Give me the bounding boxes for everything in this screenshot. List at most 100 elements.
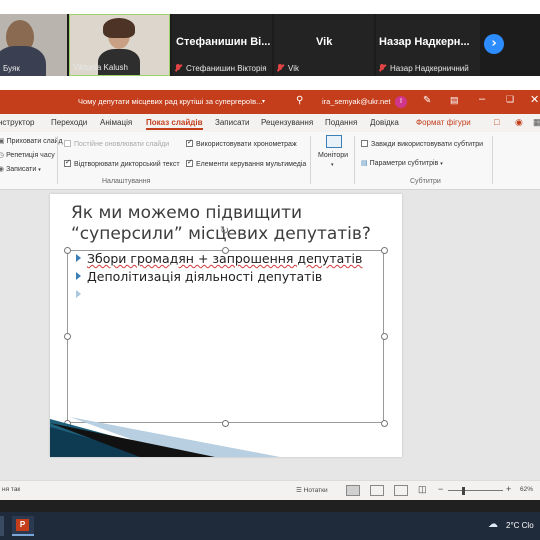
slide-sorter-icon[interactable] (370, 485, 384, 496)
resize-handle[interactable] (64, 333, 71, 340)
participant-tile-active[interactable]: Viktoriia Kalush (69, 14, 170, 76)
participant-tile[interactable]: Буяк (0, 14, 67, 76)
tab-help[interactable]: Довідка (370, 118, 399, 127)
record-button[interactable]: ◉ Записати ▾ (0, 165, 41, 173)
comments-icon[interactable]: □ (494, 117, 499, 127)
resize-handle[interactable] (381, 333, 388, 340)
subtitle-settings-button[interactable]: ▤ Параметри субтитрів ▾ (361, 159, 443, 167)
bullet-arrow-icon (76, 254, 81, 262)
participant-name: Стефанишин Вікторія (186, 64, 267, 73)
slideshow-view-icon[interactable]: ◫ (418, 484, 427, 495)
participant-tile[interactable]: Стефанишин Ві... Стефанишин Вікторія (172, 14, 272, 76)
notes-button[interactable]: ☰ Нотатки (296, 486, 328, 494)
restore-icon[interactable]: ❏ (506, 94, 514, 105)
taskbar: P ☁ 2°C Clo (0, 512, 540, 540)
participant-tile[interactable]: Назар Надкерн... Назар Надкерничний (376, 14, 480, 76)
weather-text[interactable]: 2°C Clo (506, 521, 534, 530)
powerpoint-taskbar-button[interactable]: P (12, 516, 34, 536)
muted-mic-icon (277, 64, 284, 72)
bullet-item[interactable]: Деполітизація діяльності депутатів (76, 269, 322, 284)
language-status: ня так (2, 486, 21, 493)
close-icon[interactable]: ✕ (530, 93, 539, 106)
user-email[interactable]: ira_semyak@ukr.net (322, 97, 390, 106)
tab-animations[interactable]: Анімація (100, 118, 132, 127)
zoom-slider-thumb[interactable] (462, 487, 465, 495)
tab-slideshow[interactable]: Показ слайдів (146, 118, 203, 130)
ribbon-display-icon[interactable]: ▤ (450, 95, 459, 106)
record-icon[interactable]: ◉ (515, 117, 523, 128)
participant-name: Буяк (3, 64, 20, 73)
record-icon: ◉ (0, 166, 5, 173)
always-use-subtitles-checkbox[interactable]: Завжди використовувати субтитри (361, 140, 483, 148)
bullet-arrow-icon (76, 272, 81, 280)
resize-handle[interactable] (222, 247, 229, 254)
document-title[interactable]: Чому депутати місцевих рад крутіші за су… (78, 97, 262, 106)
group-label-subtitles: Субтитри (410, 178, 441, 185)
search-icon[interactable]: ⚲ (296, 95, 303, 106)
rotate-handle-icon[interactable]: ↻ (220, 224, 229, 237)
muted-mic-icon (379, 64, 386, 72)
avatar[interactable]: I (395, 96, 407, 108)
zoom-out-icon[interactable]: − (438, 484, 443, 494)
resize-handle[interactable] (64, 247, 71, 254)
hide-slide-button[interactable]: ▣ Приховати слайд (0, 137, 63, 145)
more-icon[interactable]: ▦ (533, 117, 540, 128)
use-timings-checkbox[interactable]: Використовувати хронометраж (186, 138, 297, 148)
ppt-title-bar: Чому депутати місцевих рад крутіші за су… (0, 90, 540, 114)
hide-slide-icon: ▣ (0, 138, 5, 145)
monitor-icon[interactable] (326, 135, 342, 148)
rehearse-timings-button[interactable]: ◷ Репетиція часу (0, 151, 55, 159)
separator (0, 500, 540, 512)
slide-title[interactable]: Як ми можемо підвищити “суперсили” місце… (71, 203, 401, 245)
chevron-right-icon[interactable]: › (484, 34, 504, 54)
spacer (0, 76, 540, 90)
zoom-level[interactable]: 62% (520, 486, 533, 493)
content-placeholder[interactable]: Збори громадян + запрошення депутатів Де… (67, 250, 384, 423)
participant-display-name: Стефанишин Ві... (176, 36, 271, 48)
ribbon-body: ▣ Приховати слайд ◷ Репетиція часу ◉ Зап… (0, 132, 540, 190)
bullet-item[interactable]: Збори громадян + запрошення депутатів (76, 251, 362, 266)
slide-canvas[interactable]: Як ми можемо підвищити “суперсили” місце… (50, 194, 402, 457)
resize-handle[interactable] (381, 247, 388, 254)
timer-icon: ◷ (0, 152, 5, 159)
monitors-button[interactable]: Монітори (318, 152, 348, 159)
normal-view-icon[interactable] (346, 485, 360, 496)
participant-tile[interactable]: Vik Vik (274, 14, 374, 76)
participant-name: Vik (288, 64, 299, 73)
participant-display-name: Vik (316, 36, 333, 48)
bullet-arrow-icon (76, 290, 81, 298)
subtitles-icon: ▤ (361, 160, 368, 167)
reading-view-icon[interactable] (394, 485, 408, 496)
empty-bullet-item[interactable] (76, 287, 87, 302)
zoom-participant-strip: Буяк Viktoriia Kalush Стефанишин Ві... С… (0, 14, 540, 76)
pen-icon[interactable]: ✎ (423, 95, 431, 106)
powerpoint-icon: P (16, 519, 29, 531)
chevron-down-icon[interactable]: ▾ (331, 162, 334, 168)
participant-display-name: Назар Надкерн... (379, 36, 470, 48)
participant-name: Viktoriia Kalush (73, 63, 128, 72)
zoom-slider[interactable] (448, 490, 503, 491)
keep-slides-updated-checkbox[interactable]: Постійне оновлювати слайди (64, 140, 169, 148)
zoom-in-icon[interactable]: + (506, 484, 511, 494)
tab-shape-format[interactable]: Формат фігури (416, 118, 471, 127)
status-bar: ня так ☰ Нотатки ◫ − + 62% (0, 480, 540, 500)
tab-design[interactable]: нструктор (0, 118, 35, 127)
play-narrations-checkbox[interactable]: Відтворювати дикторський текст (64, 158, 180, 168)
notes-icon: ☰ (296, 487, 302, 494)
participant-name: Назар Надкерничний (390, 64, 469, 73)
muted-mic-icon (175, 64, 182, 72)
tab-view[interactable]: Подання (325, 118, 357, 127)
chevron-down-icon[interactable]: ▾ (262, 98, 265, 105)
media-controls-checkbox[interactable]: Елементи керування мультимедіа (186, 158, 306, 168)
tab-transitions[interactable]: Переходи (51, 118, 87, 127)
tab-review[interactable]: Рецензування (261, 118, 313, 127)
slide-corner-decoration (50, 417, 280, 457)
chevron-down-icon: ▾ (38, 167, 41, 173)
group-label-setup: Налаштування (102, 178, 151, 185)
tab-record[interactable]: Записати (215, 118, 250, 127)
ribbon-tabs: нструктор Переходи Анімація Показ слайді… (0, 114, 540, 132)
cloud-icon: ☁ (488, 519, 498, 530)
minimize-icon[interactable]: – (479, 93, 485, 105)
top-strip (0, 0, 540, 14)
chevron-down-icon: ▾ (440, 161, 443, 167)
